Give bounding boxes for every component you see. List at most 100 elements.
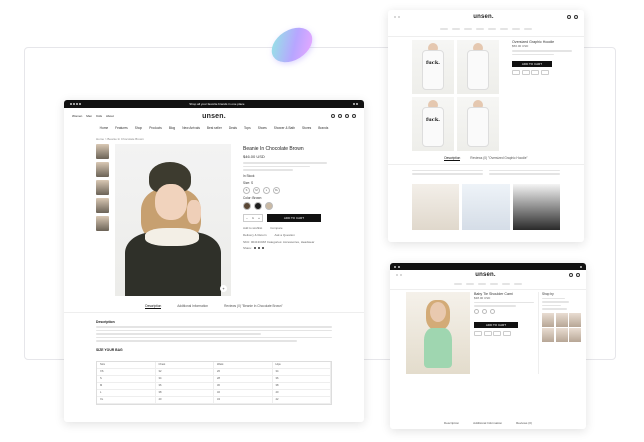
nav-item-features[interactable]: Features [115, 126, 128, 130]
twitter-icon[interactable] [257, 246, 260, 249]
product-image[interactable]: fuck. [412, 96, 454, 151]
header-link-about[interactable]: About [106, 114, 114, 118]
menu-icon[interactable] [394, 16, 396, 18]
add-to-cart-button[interactable]: ADD TO CART [474, 321, 518, 328]
pinterest-icon[interactable] [261, 246, 264, 249]
header-link-kids[interactable]: Kids [96, 114, 102, 118]
zoom-icon[interactable]: + [220, 285, 227, 292]
facebook-icon[interactable] [394, 265, 396, 268]
sidebar-product-thumb[interactable] [569, 312, 581, 327]
social-icons[interactable] [70, 102, 81, 106]
sidebar-product-thumb[interactable] [542, 312, 554, 327]
color-swatch-beige[interactable] [265, 201, 273, 210]
nav-item[interactable] [514, 283, 522, 285]
account-icon[interactable] [338, 114, 342, 118]
compare-link[interactable]: Compare [270, 226, 282, 230]
product-image[interactable] [457, 39, 499, 94]
nav-item-shoes[interactable]: Shoes [258, 126, 267, 130]
pinterest-icon[interactable] [78, 103, 81, 105]
cart-icon[interactable] [573, 15, 578, 19]
thumbnail[interactable] [96, 216, 109, 231]
product-main-image[interactable]: + [115, 144, 231, 296]
language-icon[interactable] [353, 103, 356, 105]
sidebar-product-thumb[interactable] [569, 328, 581, 342]
twitter-icon[interactable] [398, 265, 400, 268]
ask-question-link[interactable]: Ask a Question [275, 233, 295, 237]
size-option[interactable]: S [243, 186, 250, 194]
delivery-link[interactable]: Delivery & Return [243, 233, 267, 237]
plus-icon[interactable]: + [258, 216, 260, 220]
search-icon[interactable] [566, 15, 571, 19]
sidebar-product-thumb[interactable] [555, 312, 568, 327]
add-to-cart-button[interactable]: ADD TO CART [512, 61, 552, 67]
nav-item[interactable] [454, 283, 462, 285]
site-logo[interactable]: unsen. [475, 272, 496, 278]
tab-reviews[interactable]: Reviews (0) "Oversized Graphic Hoodie" [470, 156, 527, 161]
nav-item[interactable] [452, 28, 460, 30]
nav-item[interactable] [488, 28, 496, 30]
nav-item[interactable] [466, 283, 474, 285]
nav-item-tops[interactable]: Tops [244, 126, 251, 130]
facebook-icon[interactable] [253, 246, 256, 249]
sidebar-link[interactable] [542, 308, 567, 310]
nav-item-deals[interactable]: Deals [229, 126, 237, 130]
sidebar-link[interactable] [542, 301, 569, 303]
tab-description[interactable]: Description [444, 156, 461, 161]
size-option[interactable]: L [263, 186, 270, 194]
nav-item[interactable] [464, 28, 472, 30]
tab-reviews[interactable]: Reviews (0) "Beanie In Chocolate Brown" [224, 304, 283, 309]
language-icon[interactable] [580, 265, 582, 268]
facebook-icon[interactable] [70, 103, 72, 105]
size-option[interactable]: M [253, 186, 260, 194]
lifestyle-image[interactable] [462, 183, 510, 230]
locale-controls[interactable] [353, 102, 358, 106]
lifestyle-image[interactable] [512, 183, 560, 230]
color-swatch-black[interactable] [254, 201, 262, 210]
search-icon[interactable] [568, 273, 573, 277]
sidebar-product-thumb[interactable] [555, 328, 568, 342]
minus-icon[interactable]: − [246, 216, 248, 220]
sidebar-product-thumb[interactable] [542, 328, 554, 342]
thumbnail[interactable] [96, 144, 109, 159]
thumbnail[interactable] [96, 162, 109, 177]
menu-icon[interactable] [396, 274, 398, 276]
breadcrumb[interactable]: Home > Beanie In Chocolate Brown [64, 135, 364, 144]
nav-item-brands[interactable]: Brands [318, 126, 328, 130]
size-option[interactable] [490, 308, 495, 314]
header-link-men[interactable]: Men [86, 114, 92, 118]
nav-item[interactable] [502, 283, 510, 285]
nav-item[interactable] [440, 28, 448, 30]
add-to-cart-button[interactable]: ADD TO CART [267, 213, 321, 222]
twitter-icon[interactable] [72, 103, 75, 105]
instagram-icon[interactable] [75, 103, 78, 105]
nav-item-home[interactable]: Home [100, 126, 109, 130]
cart-icon[interactable] [352, 114, 356, 118]
cart-icon[interactable] [575, 273, 580, 277]
size-option[interactable] [474, 308, 479, 314]
size-option[interactable] [482, 308, 487, 314]
size-option[interactable]: XL [273, 186, 280, 194]
tab-description[interactable]: Description [444, 421, 459, 425]
wishlist-icon[interactable] [345, 114, 349, 118]
tab-reviews[interactable]: Reviews (0) [516, 421, 532, 425]
menu-icon[interactable] [398, 16, 400, 18]
site-logo[interactable]: unsen. [202, 113, 226, 120]
product-main-image[interactable] [406, 291, 470, 374]
nav-item[interactable] [478, 283, 486, 285]
product-image[interactable]: fuck. [412, 39, 454, 94]
wishlist-link[interactable]: Add to wishlist [243, 226, 262, 230]
site-logo[interactable]: unsen. [473, 14, 494, 20]
nav-item-shop[interactable]: Shop [135, 126, 142, 130]
tab-description[interactable]: Description [145, 304, 162, 309]
nav-item-new-arrivals[interactable]: New Arrivals [182, 126, 200, 130]
nav-item[interactable] [512, 28, 520, 30]
nav-item[interactable] [490, 283, 498, 285]
quantity-stepper[interactable]: − 1 + [243, 213, 263, 222]
nav-item-best-seller[interactable]: Best seller [207, 126, 222, 130]
menu-icon[interactable] [400, 274, 402, 276]
thumbnail[interactable] [96, 180, 109, 195]
product-image[interactable] [457, 96, 499, 151]
tab-additional-information[interactable]: Additional Information [177, 304, 208, 309]
sidebar-link[interactable] [542, 304, 561, 306]
nav-item[interactable] [524, 28, 532, 30]
